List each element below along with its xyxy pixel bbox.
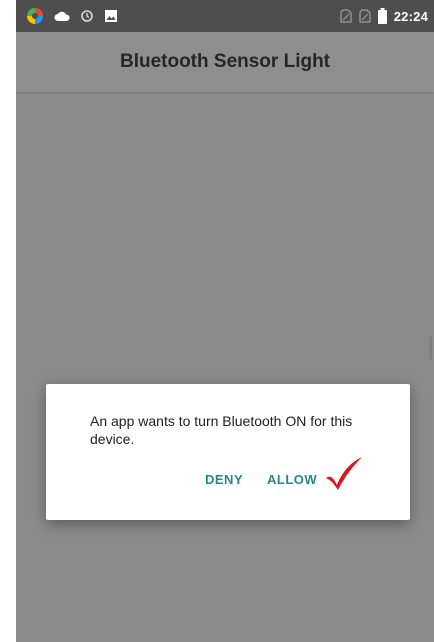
cloud-icon [54,10,70,22]
red-checkmark-icon [324,456,364,497]
image-icon [104,9,118,23]
bluetooth-permission-dialog: An app wants to turn Bluetooth ON for th… [46,384,410,520]
clock-time: 22:24 [393,8,428,24]
status-bar: 22:24 [16,0,434,32]
allow-button[interactable]: ALLOW [267,472,317,487]
battery-icon [377,8,387,24]
scrollbar [429,336,432,360]
dialog-scrim[interactable] [16,32,434,642]
sim-no-signal-icon [340,9,352,23]
sync-icon [80,9,94,23]
deny-button[interactable]: DENY [205,472,243,487]
app-color-wheel-icon [26,7,44,25]
dialog-message: An app wants to turn Bluetooth ON for th… [90,413,353,447]
sim-no-signal-icon [359,9,371,23]
phone-screen: Bluetooth Sensor Light 22:24 An app want… [16,0,434,642]
